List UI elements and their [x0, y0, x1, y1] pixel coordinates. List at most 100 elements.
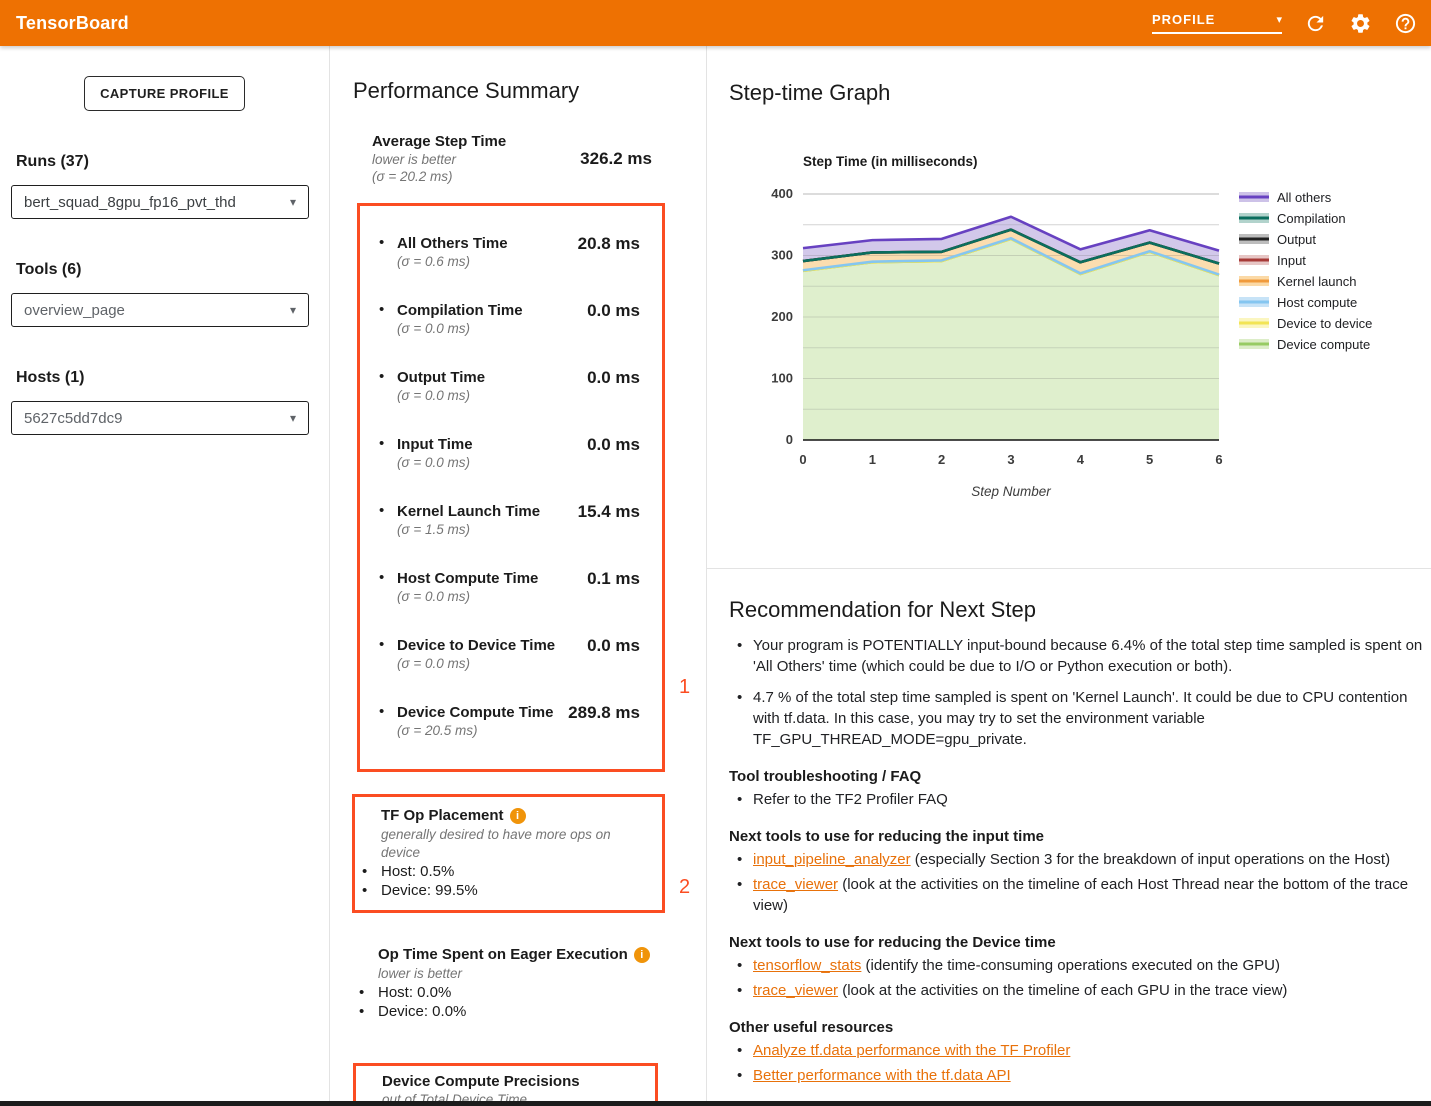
capture-profile-button[interactable]: CAPTURE PROFILE	[84, 76, 245, 111]
recommendation-section-list: input_pipeline_analyzer (especially Sect…	[729, 849, 1427, 916]
metric-row: Input Time(σ = 0.0 ms)0.0 ms	[360, 435, 640, 471]
average-step-time-row: Average Step Time lower is better (σ = 2…	[330, 132, 706, 185]
metric-sigma: (σ = 0.0 ms)	[397, 387, 485, 404]
refresh-icon[interactable]	[1304, 12, 1327, 35]
recommendation-section-list: tensorflow_stats (identify the time-cons…	[729, 955, 1427, 1001]
hosts-select[interactable]: 5627c5dd7dc9 ▾	[11, 401, 309, 435]
recommendation-section-heading: Other useful resources	[729, 1019, 1427, 1036]
recommendation-section-heading: Tool troubleshooting / FAQ	[729, 768, 1427, 785]
metric-label: All Others Time	[397, 234, 508, 253]
svg-text:Compilation: Compilation	[1277, 211, 1346, 226]
metric-label: Device to Device Time	[397, 636, 555, 655]
recommendation-link[interactable]: tensorflow_stats	[753, 957, 861, 974]
right-panel: Step-time Graph Step Time (in millisecon…	[707, 46, 1431, 1101]
metric-row: Output Time(σ = 0.0 ms) 0.0 ms	[360, 368, 640, 404]
metric-sigma: (σ = 0.0 ms)	[397, 588, 538, 605]
svg-text:All others: All others	[1277, 190, 1332, 205]
sidebar: CAPTURE PROFILE Runs (37) bert_squad_8gp…	[0, 46, 330, 1101]
metric-row: All Others Time(σ = 0.6 ms) 20.8 ms	[360, 234, 640, 270]
svg-text:3: 3	[1007, 452, 1014, 467]
metric-sigma: (σ = 0.0 ms)	[397, 320, 523, 337]
hosts-select-value: 5627c5dd7dc9	[24, 410, 122, 427]
svg-text:1: 1	[869, 452, 876, 467]
tf-op-placement-note: generally desired to have more ops on de…	[355, 826, 652, 862]
runs-select[interactable]: bert_squad_8gpu_fp16_pvt_thd ▾	[11, 185, 309, 219]
metric-value: 0.0 ms	[587, 368, 640, 388]
svg-text:Step Number: Step Number	[971, 484, 1051, 499]
performance-summary-title: Performance Summary	[353, 78, 706, 104]
recommendation-bullet: 4.7 % of the total step time sampled is …	[729, 687, 1427, 750]
recommendation-title: Recommendation for Next Step	[729, 597, 1427, 623]
eager-execution-block: Op Time Spent on Eager Execution i lower…	[352, 945, 706, 1021]
performance-summary-panel: Performance Summary Average Step Time lo…	[330, 46, 707, 1101]
metric-text: Device to Device Time(σ = 0.0 ms)	[397, 636, 555, 672]
metric-value: 20.8 ms	[578, 234, 640, 254]
metric-text: All Others Time(σ = 0.6 ms)	[397, 234, 508, 270]
recommendation-link[interactable]: Better performance with the tf.data API	[753, 1067, 1011, 1084]
svg-text:100: 100	[771, 371, 793, 386]
recommendation-section-list: Refer to the TF2 Profiler FAQ	[729, 789, 1427, 810]
step-time-graph-title: Step-time Graph	[729, 80, 1431, 106]
app-header: TensorBoard PROFILE ▾	[0, 0, 1431, 46]
metric-text: Kernel Launch Time(σ = 1.5 ms)	[397, 502, 540, 538]
svg-text:Device to device: Device to device	[1277, 316, 1372, 331]
recommendation-item: Better performance with the tf.data API	[729, 1065, 1427, 1086]
svg-text:4: 4	[1077, 452, 1085, 467]
recommendation-bullet: Your program is POTENTIALLY input-bound …	[729, 635, 1427, 677]
metric-row: Kernel Launch Time(σ = 1.5 ms)15.4 ms	[360, 502, 640, 538]
tf-op-placement-title: TF Op Placement i	[355, 806, 652, 826]
metric-row: Device to Device Time(σ = 0.0 ms)0.0 ms	[360, 636, 640, 672]
annotation-number-1: 1	[679, 676, 690, 699]
metric-value: 0.1 ms	[587, 569, 640, 589]
list-item: Device: 0.0%	[352, 1002, 696, 1021]
metric-sigma: (σ = 0.0 ms)	[397, 454, 473, 471]
svg-text:300: 300	[771, 248, 793, 263]
recommendation-item: trace_viewer (look at the activities on …	[729, 874, 1427, 916]
step-time-chart[interactable]: Step Time (in milliseconds)0100200300400…	[731, 146, 1431, 516]
recommendation-link[interactable]: Analyze tf.data performance with the TF …	[753, 1042, 1070, 1059]
metric-value: 0.0 ms	[587, 301, 640, 321]
chevron-down-icon: ▾	[290, 411, 296, 425]
precisions-title: Device Compute Precisions	[356, 1072, 645, 1091]
svg-text:Host compute: Host compute	[1277, 295, 1357, 310]
annotation-box-2: TF Op Placement i generally desired to h…	[352, 794, 665, 913]
metric-sigma: (σ = 0.6 ms)	[397, 253, 508, 270]
recommendation-link[interactable]: trace_viewer	[753, 982, 838, 999]
recommendation-item: trace_viewer (look at the activities on …	[729, 980, 1427, 1001]
metric-row: Host Compute Time(σ = 0.0 ms)0.1 ms	[360, 569, 640, 605]
metric-value: 289.8 ms	[568, 703, 640, 723]
dashboard-select[interactable]: PROFILE ▾	[1152, 12, 1282, 34]
info-icon[interactable]: i	[510, 808, 526, 824]
metric-label: Output Time	[397, 368, 485, 387]
recommendation-link[interactable]: input_pipeline_analyzer	[753, 851, 911, 868]
chevron-down-icon: ▾	[290, 195, 296, 209]
metric-label: Compilation Time	[397, 301, 523, 320]
recommendation-item: Analyze tf.data performance with the TF …	[729, 1040, 1427, 1061]
dashboard-select-value: PROFILE	[1152, 12, 1215, 27]
metric-row: Compilation Time(σ = 0.0 ms) 0.0 ms	[360, 301, 640, 337]
tools-label: Tools (6)	[16, 261, 309, 279]
eager-title: Op Time Spent on Eager Execution i	[352, 945, 696, 965]
recommendation-link[interactable]: trace_viewer	[753, 876, 838, 893]
svg-text:Step Time (in milliseconds): Step Time (in milliseconds)	[803, 154, 978, 169]
recommendation-section-heading: Next tools to use for reducing the Devic…	[729, 934, 1427, 951]
help-icon[interactable]	[1394, 12, 1417, 35]
recommendation-section-list: Analyze tf.data performance with the TF …	[729, 1040, 1427, 1086]
svg-text:Output: Output	[1277, 232, 1316, 247]
recommendation-item: Refer to the TF2 Profiler FAQ	[729, 789, 1427, 810]
list-item: Host: 0.5%	[355, 862, 652, 881]
tools-select[interactable]: overview_page ▾	[11, 293, 309, 327]
metric-sigma: (σ = 0.0 ms)	[397, 655, 555, 672]
svg-text:0: 0	[799, 452, 806, 467]
tools-select-value: overview_page	[24, 302, 125, 319]
annotation-box-1: All Others Time(σ = 0.6 ms) 20.8 ms Compil…	[357, 203, 665, 772]
metric-label: Average Step Time	[372, 132, 506, 151]
chevron-down-icon: ▾	[290, 303, 296, 317]
annotation-number-2: 2	[679, 876, 690, 899]
svg-text:Kernel launch: Kernel launch	[1277, 274, 1357, 289]
metric-label: Input Time	[397, 435, 473, 454]
info-icon[interactable]: i	[634, 947, 650, 963]
settings-gear-icon[interactable]	[1349, 12, 1372, 35]
eager-note: lower is better	[352, 965, 696, 983]
svg-text:400: 400	[771, 186, 793, 201]
